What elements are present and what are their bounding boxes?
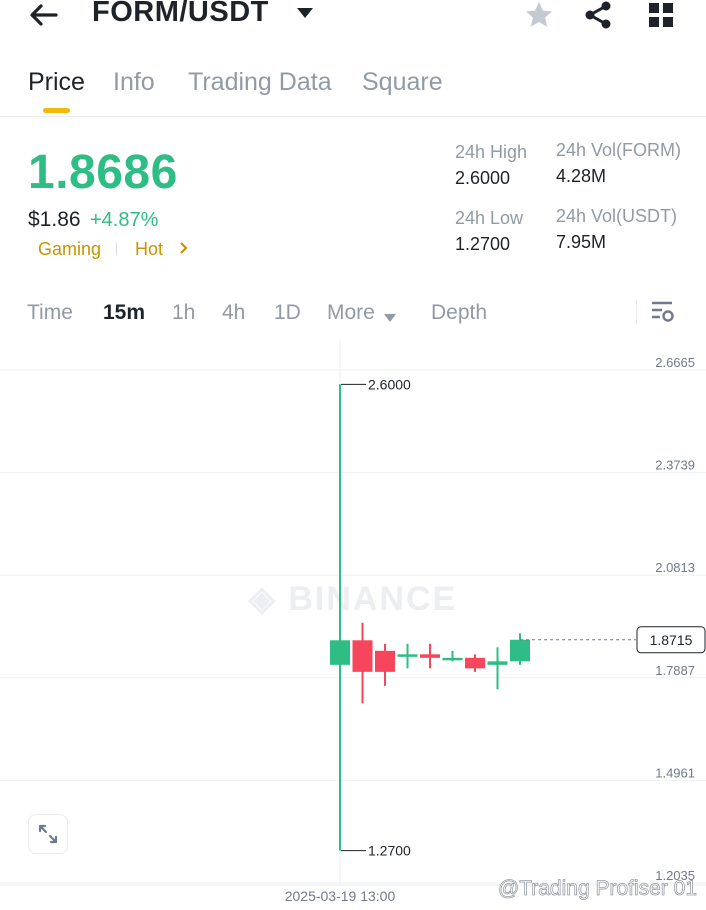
candle-body bbox=[442, 657, 463, 661]
candle-body bbox=[487, 661, 508, 665]
last-price: 1.8686 bbox=[28, 146, 178, 199]
x-tick-label: 2025-03-19 13:00 bbox=[285, 888, 396, 904]
candle-body bbox=[465, 657, 485, 669]
tab-square[interactable]: Square bbox=[362, 68, 443, 97]
expand-icon[interactable] bbox=[28, 814, 68, 854]
candle-body bbox=[397, 654, 418, 657]
tab-depth[interactable]: Depth bbox=[431, 301, 487, 325]
high-value: 2.6000 bbox=[455, 168, 511, 188]
candle-body bbox=[510, 639, 530, 662]
y-tick-label: 1.4961 bbox=[655, 765, 695, 780]
y-tick-label: 2.0813 bbox=[655, 560, 695, 575]
candle-body bbox=[420, 654, 440, 658]
tab-15m[interactable]: 15m bbox=[103, 301, 145, 325]
candle-body bbox=[352, 640, 373, 672]
tab-info[interactable]: Info bbox=[113, 68, 155, 97]
candle-body bbox=[375, 650, 395, 672]
chevron-right-icon[interactable] bbox=[178, 238, 190, 263]
low-label: 24h Low bbox=[455, 208, 524, 228]
divider bbox=[636, 300, 637, 324]
tab-4h[interactable]: 4h bbox=[222, 301, 245, 325]
fiat-price: $1.86 bbox=[28, 208, 81, 231]
pair-title[interactable]: FORM/USDT bbox=[92, 0, 269, 29]
vol-quote-label: 24h Vol(USDT) bbox=[556, 206, 678, 226]
page-tabs: Price Info Trading Data Square bbox=[0, 62, 706, 116]
tab-1h[interactable]: 1h bbox=[172, 301, 195, 325]
tab-price[interactable]: Price bbox=[28, 68, 85, 97]
y-tick-label: 2.6665 bbox=[655, 355, 695, 370]
star-icon[interactable] bbox=[524, 0, 554, 35]
watermark-text: ◈ BINANCE bbox=[248, 580, 458, 618]
low-marker-label: 1.2700 bbox=[368, 843, 411, 859]
chart-interval-tabs: Time 15m 1h 4h 1D More Depth bbox=[0, 296, 706, 332]
credit-watermark: @Trading Profiser 01 bbox=[498, 877, 697, 900]
caret-down-icon[interactable] bbox=[296, 6, 314, 25]
divider bbox=[0, 116, 706, 117]
high-label: 24h High bbox=[455, 142, 528, 162]
vol-base-label: 24h Vol(FORM) bbox=[556, 140, 682, 160]
tab-time[interactable]: Time bbox=[27, 301, 73, 325]
grid-icon[interactable] bbox=[648, 2, 674, 33]
active-tab-indicator bbox=[43, 108, 70, 113]
y-tick-label: 1.7887 bbox=[655, 663, 695, 678]
candle-body bbox=[330, 640, 350, 665]
tab-trading-data[interactable]: Trading Data bbox=[188, 68, 332, 97]
back-arrow-icon[interactable] bbox=[28, 0, 64, 30]
vol-quote-value: 7.95M bbox=[556, 232, 607, 252]
low-value: 1.2700 bbox=[455, 234, 511, 254]
tab-more[interactable]: More bbox=[327, 301, 375, 325]
tab-1d[interactable]: 1D bbox=[274, 301, 301, 325]
high-marker-label: 2.6000 bbox=[368, 376, 411, 392]
tag-hot[interactable]: Hot bbox=[135, 239, 163, 260]
y-tick-label: 2.3739 bbox=[655, 458, 695, 473]
tag-divider bbox=[116, 243, 117, 255]
share-icon[interactable] bbox=[583, 0, 613, 35]
tag-gaming[interactable]: Gaming bbox=[38, 239, 101, 260]
top-bar: FORM/USDT bbox=[0, 0, 706, 32]
caret-down-icon[interactable] bbox=[383, 305, 397, 329]
candlestick-chart[interactable]: 2.66652.37392.08131.78871.49611.2035◈ BI… bbox=[0, 340, 706, 910]
last-price-label: 1.8715 bbox=[650, 632, 693, 648]
price-change: +4.87% bbox=[90, 209, 159, 231]
vol-base-value: 4.28M bbox=[556, 166, 607, 186]
chart-settings-icon[interactable] bbox=[650, 300, 676, 329]
